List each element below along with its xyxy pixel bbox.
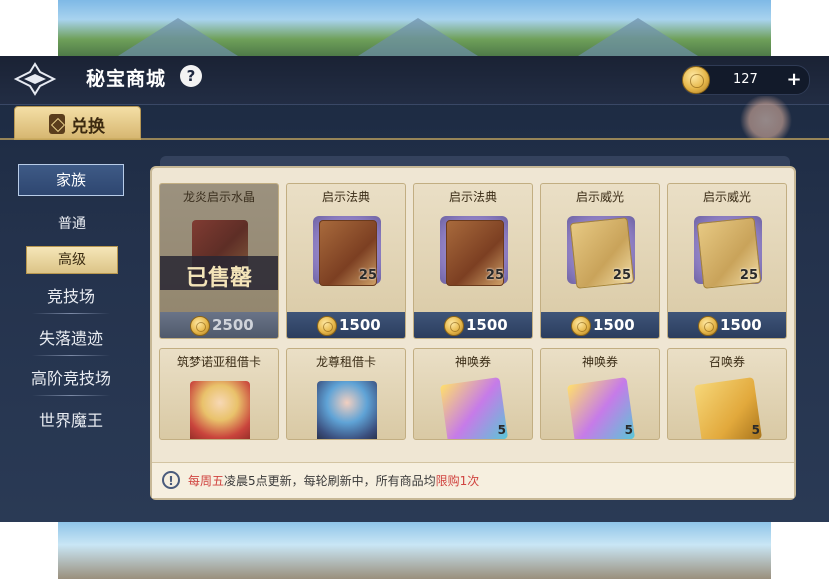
item-name: 龙尊租借卡 — [315, 355, 376, 369]
info-icon: ! — [162, 471, 180, 489]
item-name: 神唤券 — [454, 355, 491, 369]
gold-coin-icon — [190, 316, 210, 336]
gold-coin-icon — [698, 316, 718, 336]
add-currency-button[interactable]: + — [785, 71, 803, 89]
item-name: 召唤券 — [708, 355, 745, 369]
price-bar: 1500 — [541, 312, 659, 338]
mascot-decoration — [738, 96, 794, 140]
sidebar-item-arena[interactable]: 竞技场 — [18, 282, 124, 314]
item-name: 启示威光 — [575, 190, 624, 204]
sidebar-item-label: 失落遗迹 — [38, 329, 103, 348]
hero-portrait-icon — [190, 381, 250, 439]
currency-display: 127 + — [682, 65, 810, 95]
notice-highlight: 限购1次 — [435, 474, 480, 488]
star-emblem-icon[interactable] — [12, 62, 58, 96]
refresh-notice: ! 每周五凌晨5点更新，每轮刷新中，所有商品均限购1次 — [152, 462, 794, 498]
tab-exchange[interactable]: 兑换 — [14, 106, 141, 140]
gold-coin-icon — [571, 316, 591, 336]
gold-coin-icon — [317, 316, 337, 336]
sidebar-item-family[interactable]: 家族 — [18, 164, 124, 196]
item-name: 神唤券 — [581, 355, 618, 369]
notice-highlight: 每周五 — [188, 474, 225, 488]
shop-item-card[interactable]: 启示威光 25 1500 — [667, 183, 787, 339]
divider — [32, 395, 110, 396]
page-title: 秘宝商城 — [86, 68, 167, 90]
gold-coin-icon — [682, 66, 710, 94]
item-price: 1500 — [466, 316, 508, 334]
exchange-icon — [49, 114, 65, 134]
sidebar-item-label: 竞技场 — [46, 287, 95, 306]
price-bar: 2500 — [160, 312, 278, 338]
shop-item-card[interactable]: 龙尊租借卡 — [286, 348, 406, 440]
tab-divider — [0, 138, 829, 140]
price-bar: 1500 — [414, 312, 532, 338]
background-scenery-bottom — [58, 522, 771, 579]
hero-portrait-icon — [317, 381, 377, 439]
item-quantity: 25 — [739, 268, 758, 283]
shop-item-card[interactable]: 召唤券 5 — [667, 348, 787, 440]
price-bar: 1500 — [668, 312, 786, 338]
sidebar-item-label: 世界魔王 — [38, 411, 103, 430]
shop-item-card[interactable]: 神唤券 5 — [540, 348, 660, 440]
currency-amount: 127 — [733, 72, 758, 87]
sidebar-item-lost-ruins[interactable]: 失落遗迹 — [18, 324, 124, 356]
price-bar: 1500 — [287, 312, 405, 338]
item-quantity: 25 — [612, 268, 631, 283]
sidebar-sub-advanced[interactable]: 高级 — [26, 246, 118, 274]
shop-item-card[interactable]: 启示法典 25 1500 — [286, 183, 406, 339]
notice-text: 每周五凌晨5点更新，每轮刷新中，所有商品均限购1次 — [188, 472, 479, 489]
item-price: 1500 — [339, 316, 381, 334]
item-name: 启示威光 — [702, 190, 751, 204]
help-icon[interactable]: ? — [180, 65, 202, 87]
item-price: 1500 — [593, 316, 635, 334]
divider — [32, 355, 110, 356]
shop-item-card[interactable]: 龙炎启示水晶 25 已售罄 2500 — [159, 183, 279, 339]
mountain-shape — [118, 18, 238, 56]
item-price: 1500 — [720, 316, 762, 334]
item-quantity: 5 — [624, 423, 633, 437]
item-name: 启示法典 — [448, 190, 497, 204]
shop-item-card[interactable]: 启示威光 25 1500 — [540, 183, 660, 339]
mountain-shape — [578, 18, 698, 56]
item-quantity: 25 — [358, 268, 377, 283]
shop-item-card[interactable]: 启示法典 25 1500 — [413, 183, 533, 339]
item-price: 2500 — [212, 316, 254, 334]
sidebar-item-high-arena[interactable]: 高阶竞技场 — [18, 364, 124, 396]
divider — [32, 313, 110, 314]
item-name: 启示法典 — [321, 190, 370, 204]
background-scenery-top — [58, 0, 771, 56]
shop-item-card[interactable]: 神唤券 5 — [413, 348, 533, 440]
sidebar-sub-normal[interactable]: 普通 — [26, 210, 118, 238]
tab-exchange-label: 兑换 — [71, 117, 105, 137]
item-quantity: 5 — [497, 423, 506, 437]
sidebar-item-label: 高阶竞技场 — [30, 369, 111, 388]
item-quantity: 25 — [485, 268, 504, 283]
sidebar-item-world-boss[interactable]: 世界魔王 — [18, 406, 124, 436]
sold-out-label: 已售罄 — [185, 265, 252, 291]
item-name: 筑梦诺亚租借卡 — [176, 355, 261, 369]
shop-item-card[interactable]: 筑梦诺亚租借卡 — [159, 348, 279, 440]
item-quantity: 5 — [751, 423, 760, 437]
mountain-shape — [358, 18, 478, 56]
notice-body: 凌晨5点更新，每轮刷新中，所有商品均 — [224, 474, 436, 488]
gold-coin-icon — [444, 316, 464, 336]
